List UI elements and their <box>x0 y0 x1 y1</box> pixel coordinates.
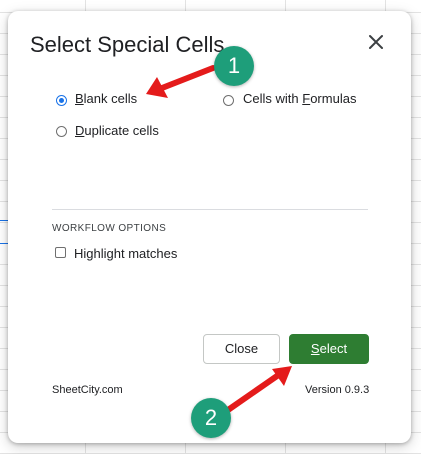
section-divider <box>52 209 368 210</box>
label-cells-with-formulas[interactable]: Cells with Formulas <box>243 91 356 106</box>
step-badge-1: 1 <box>214 46 254 86</box>
label-blank-cells-accesskey: B <box>75 91 84 106</box>
select-button-accesskey: S <box>310 341 320 356</box>
highlight-matches-label[interactable]: Highlight matches <box>74 246 177 261</box>
select-special-cells-dialog: Select Special Cells Blank cells Cells w… <box>8 11 411 443</box>
label-formulas-accesskey: F <box>302 91 311 106</box>
radio-duplicate-cells[interactable] <box>56 126 67 137</box>
radio-cells-with-formulas[interactable] <box>223 95 234 106</box>
label-duplicate-rest: uplicate cells <box>84 123 159 138</box>
radio-blank-cells[interactable] <box>56 95 67 106</box>
dialog-title: Select Special Cells <box>30 32 225 57</box>
label-formulas-prefix: Cells with <box>243 91 303 106</box>
workflow-options-heading: WORKFLOW OPTIONS <box>52 223 167 234</box>
label-duplicate-cells[interactable]: Duplicate cells <box>75 123 159 138</box>
step-badge-2: 2 <box>191 398 231 438</box>
close-button[interactable]: Close <box>203 334 280 364</box>
close-icon <box>369 35 383 49</box>
close-dialog-button[interactable] <box>364 30 388 54</box>
label-blank-cells[interactable]: Blank cells <box>75 91 137 106</box>
label-blank-cells-rest: lank cells <box>83 91 138 106</box>
footer-version: Version 0.9.3 <box>305 384 370 396</box>
label-duplicate-accesskey: D <box>75 123 85 138</box>
select-button-label: elect <box>319 341 348 356</box>
label-formulas-rest: ormulas <box>310 91 357 106</box>
highlight-matches-checkbox[interactable] <box>55 247 66 258</box>
select-button[interactable]: Select <box>289 334 369 364</box>
footer-brand: SheetCity.com <box>52 384 123 396</box>
